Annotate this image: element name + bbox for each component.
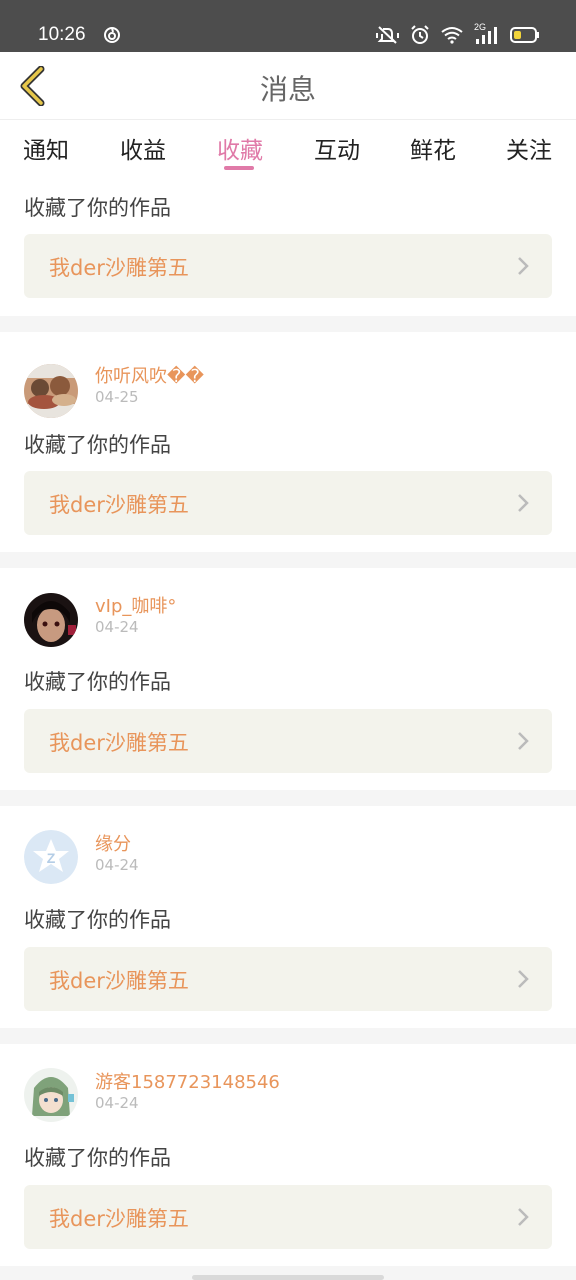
svg-text:Z: Z bbox=[47, 850, 56, 866]
alarm-icon bbox=[410, 25, 430, 45]
chevron-right-icon bbox=[518, 970, 529, 988]
tab-following[interactable]: 关注 bbox=[481, 131, 576, 165]
username[interactable]: 缘分 bbox=[95, 830, 131, 856]
message-text: 收藏了你的作品 bbox=[24, 670, 171, 694]
chevron-right-icon bbox=[518, 732, 529, 750]
avatar[interactable]: Z bbox=[24, 830, 78, 884]
divider bbox=[0, 552, 576, 568]
work-link[interactable]: 我der沙雕第五 bbox=[24, 1185, 552, 1249]
tab-notifications[interactable]: 通知 bbox=[0, 131, 94, 165]
header-bar: 消息 bbox=[0, 52, 576, 120]
work-link[interactable]: 我der沙雕第五 bbox=[24, 947, 552, 1011]
list-item: Z 缘分 04-24 收藏了你的作品 我der沙雕第五 bbox=[0, 806, 576, 1028]
work-title: 我der沙雕第五 bbox=[49, 1207, 189, 1231]
favorites-list[interactable]: 收藏了你的作品 我der沙雕第五 你听风吹�� 04-25 收藏了你的作品 我d… bbox=[0, 176, 576, 1280]
list-item: vIp_咖啡° 04-24 收藏了你的作品 我der沙雕第五 bbox=[0, 568, 576, 790]
page-title: 消息 bbox=[259, 73, 316, 106]
chevron-right-icon bbox=[518, 257, 529, 275]
date: 04-24 bbox=[95, 618, 139, 636]
netease-icon bbox=[103, 26, 121, 44]
work-title: 我der沙雕第五 bbox=[49, 256, 189, 280]
work-title: 我der沙雕第五 bbox=[49, 731, 189, 755]
tab-interactions[interactable]: 互动 bbox=[289, 131, 385, 165]
chevron-right-icon bbox=[518, 494, 529, 512]
date: 04-24 bbox=[95, 1094, 139, 1112]
list-item: 收藏了你的作品 我der沙雕第五 bbox=[0, 176, 576, 316]
avatar[interactable] bbox=[24, 1068, 78, 1122]
wifi-icon bbox=[440, 26, 464, 44]
divider bbox=[0, 1028, 576, 1044]
avatar[interactable] bbox=[24, 364, 78, 418]
username[interactable]: vIp_咖啡° bbox=[95, 592, 176, 618]
mute-vibrate-icon bbox=[376, 25, 400, 45]
tab-earnings[interactable]: 收益 bbox=[95, 131, 191, 165]
work-link[interactable]: 我der沙雕第五 bbox=[24, 471, 552, 535]
tab-flowers[interactable]: 鲜花 bbox=[385, 131, 481, 165]
message-text: 收藏了你的作品 bbox=[24, 1146, 171, 1170]
work-title: 我der沙雕第五 bbox=[49, 493, 189, 517]
list-item: 游客1587723148546 04-24 收藏了你的作品 我der沙雕第五 bbox=[0, 1044, 576, 1266]
chevron-right-icon bbox=[518, 1208, 529, 1226]
message-text: 收藏了你的作品 bbox=[24, 433, 171, 457]
work-link[interactable]: 我der沙雕第五 bbox=[24, 234, 552, 298]
message-text: 收藏了你的作品 bbox=[24, 196, 171, 220]
username[interactable]: 游客1587723148546 bbox=[95, 1068, 280, 1094]
date: 04-25 bbox=[95, 388, 139, 406]
work-title: 我der沙雕第五 bbox=[49, 969, 189, 993]
divider bbox=[0, 316, 576, 332]
tab-favorites[interactable]: 收藏 bbox=[192, 131, 288, 165]
signal-icon: 2G bbox=[474, 22, 500, 46]
tab-bar: 通知 收益 收藏 互动 鲜花 关注 bbox=[0, 121, 576, 175]
status-bar: 10:26 2G bbox=[0, 0, 576, 52]
work-link[interactable]: 我der沙雕第五 bbox=[24, 709, 552, 773]
list-item: 你听风吹�� 04-25 收藏了你的作品 我der沙雕第五 bbox=[0, 332, 576, 552]
username[interactable]: 你听风吹�� bbox=[95, 362, 204, 388]
divider bbox=[0, 790, 576, 806]
message-text: 收藏了你的作品 bbox=[24, 908, 171, 932]
home-indicator[interactable] bbox=[192, 1275, 384, 1280]
date: 04-24 bbox=[95, 856, 139, 874]
battery-icon bbox=[510, 27, 540, 43]
status-time: 10:26 bbox=[38, 24, 86, 45]
active-tab-indicator bbox=[224, 166, 254, 170]
avatar[interactable] bbox=[24, 593, 78, 647]
